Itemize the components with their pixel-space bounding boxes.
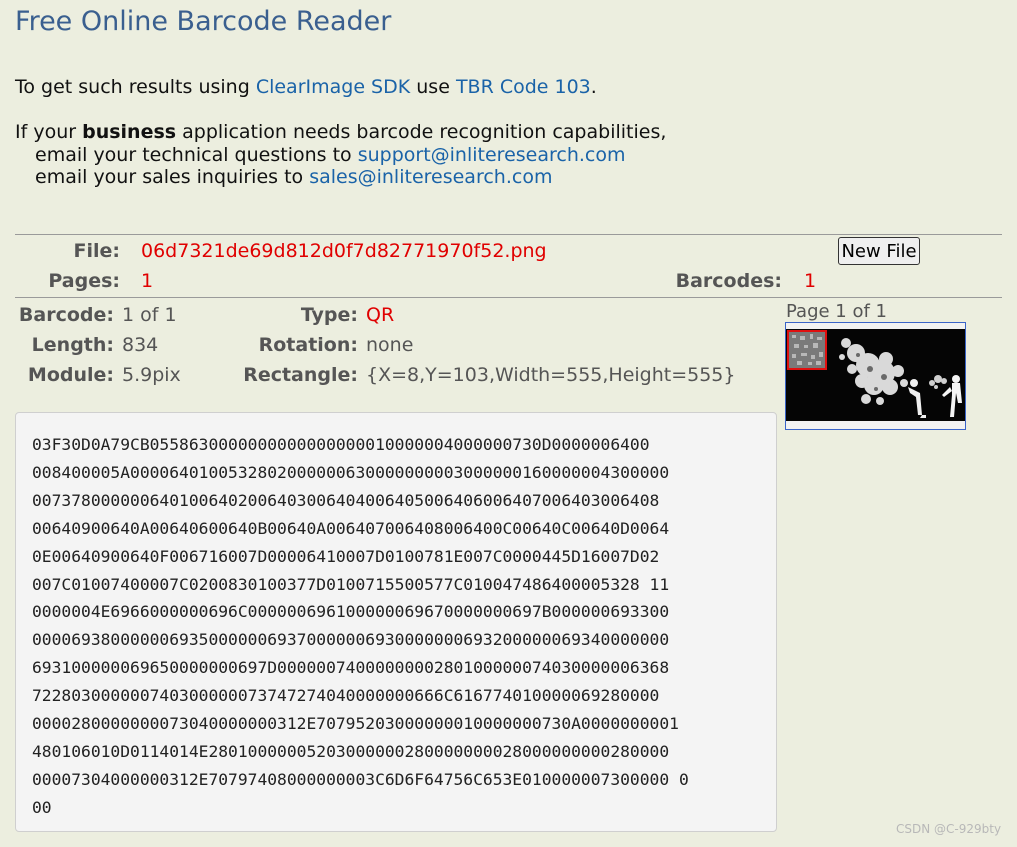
length-label: Length:	[31, 334, 114, 356]
module-value: 5.9pix	[122, 364, 181, 386]
intro-middle: use	[416, 76, 450, 98]
data-line: 03F30D0A79CB0558630000000000000000010000…	[32, 435, 650, 454]
data-line: 0073780000006401006402006403006404006405…	[32, 490, 660, 510]
barcodes-label: Barcodes:	[675, 270, 782, 292]
rectangle-value: {X=8,Y=103,Width=555,Height=555}	[366, 364, 736, 386]
data-line: 0E00640900640F006716007D00006410007D0100…	[32, 546, 660, 566]
pages-label: Pages:	[48, 270, 120, 292]
length-value: 834	[122, 334, 159, 356]
sales-email-link[interactable]: sales@inliteresearch.com	[309, 166, 552, 188]
support-email-link[interactable]: support@inliteresearch.com	[358, 144, 626, 166]
business-prefix: If your	[15, 121, 77, 143]
barcode-value: 1 of 1	[122, 304, 177, 326]
tech-contact-line: email your technical questions to suppor…	[35, 144, 625, 166]
data-line: 00	[32, 797, 52, 817]
data-line: 00640900640A00640600640B00640A0064070064…	[32, 518, 670, 538]
data-line: 0000693800000069350000006937000000693000…	[32, 630, 670, 650]
data-line: 00007304000000312E70797408000000003C6D6F…	[32, 769, 689, 789]
data-line: 480106010D0114014E2801000000520300000028…	[32, 741, 670, 761]
sales-contact-line: email your sales inquiries to sales@inli…	[35, 166, 552, 188]
type-label: Type:	[300, 304, 358, 326]
page-caption: Page 1 of 1	[786, 301, 887, 322]
rotation-label: Rotation:	[258, 334, 358, 356]
data-line: 0000004E6966000000696C000000696100000069…	[32, 602, 670, 622]
data-line: 007C01007400007C0200830100377D0100715500…	[32, 574, 670, 594]
new-file-button[interactable]: New File	[838, 237, 920, 265]
data-line: 008400005A000064010053280200000063000000…	[32, 462, 670, 482]
clearimage-sdk-link[interactable]: ClearImage SDK	[256, 76, 410, 98]
business-bold: business	[82, 121, 177, 143]
file-name: 06d7321de69d812d0f7d82771970f52.png	[141, 240, 547, 262]
business-suffix: application needs barcode recognition ca…	[182, 121, 667, 143]
divider-top	[15, 234, 1002, 235]
pages-value: 1	[141, 270, 154, 292]
decoded-data-panel[interactable]: 03F30D0A79CB0558630000000000000000010000…	[15, 412, 777, 832]
barcodes-value: 1	[804, 270, 817, 292]
data-line: 0000280000000073040000000312E70795203000…	[32, 714, 679, 734]
intro-line: To get such results using ClearImage SDK…	[15, 76, 597, 98]
data-line: 7228030000007403000000737472740400000006…	[32, 686, 660, 706]
intro-suffix: .	[590, 76, 597, 98]
intro-prefix: To get such results using	[15, 76, 250, 98]
tbr-code-link[interactable]: TBR Code 103	[456, 76, 591, 98]
divider-bottom	[15, 297, 1002, 298]
sales-contact-text: email your sales inquiries to	[35, 166, 304, 188]
business-line: If your business application needs barco…	[15, 121, 666, 143]
rectangle-label: Rectangle:	[243, 364, 358, 386]
page-title: Free Online Barcode Reader	[15, 6, 392, 37]
rotation-value: none	[366, 334, 414, 356]
type-value: QR	[366, 304, 395, 326]
file-label: File:	[73, 240, 121, 262]
page-thumbnail[interactable]	[785, 322, 966, 430]
tech-contact-text: email your technical questions to	[35, 144, 352, 166]
thumbnail-image	[786, 323, 965, 429]
barcode-label: Barcode:	[18, 304, 114, 326]
watermark: CSDN @C-929bty	[896, 822, 1002, 836]
data-line: 693100000069650000000697D000000740000000…	[32, 658, 670, 678]
module-label: Module:	[27, 364, 114, 386]
